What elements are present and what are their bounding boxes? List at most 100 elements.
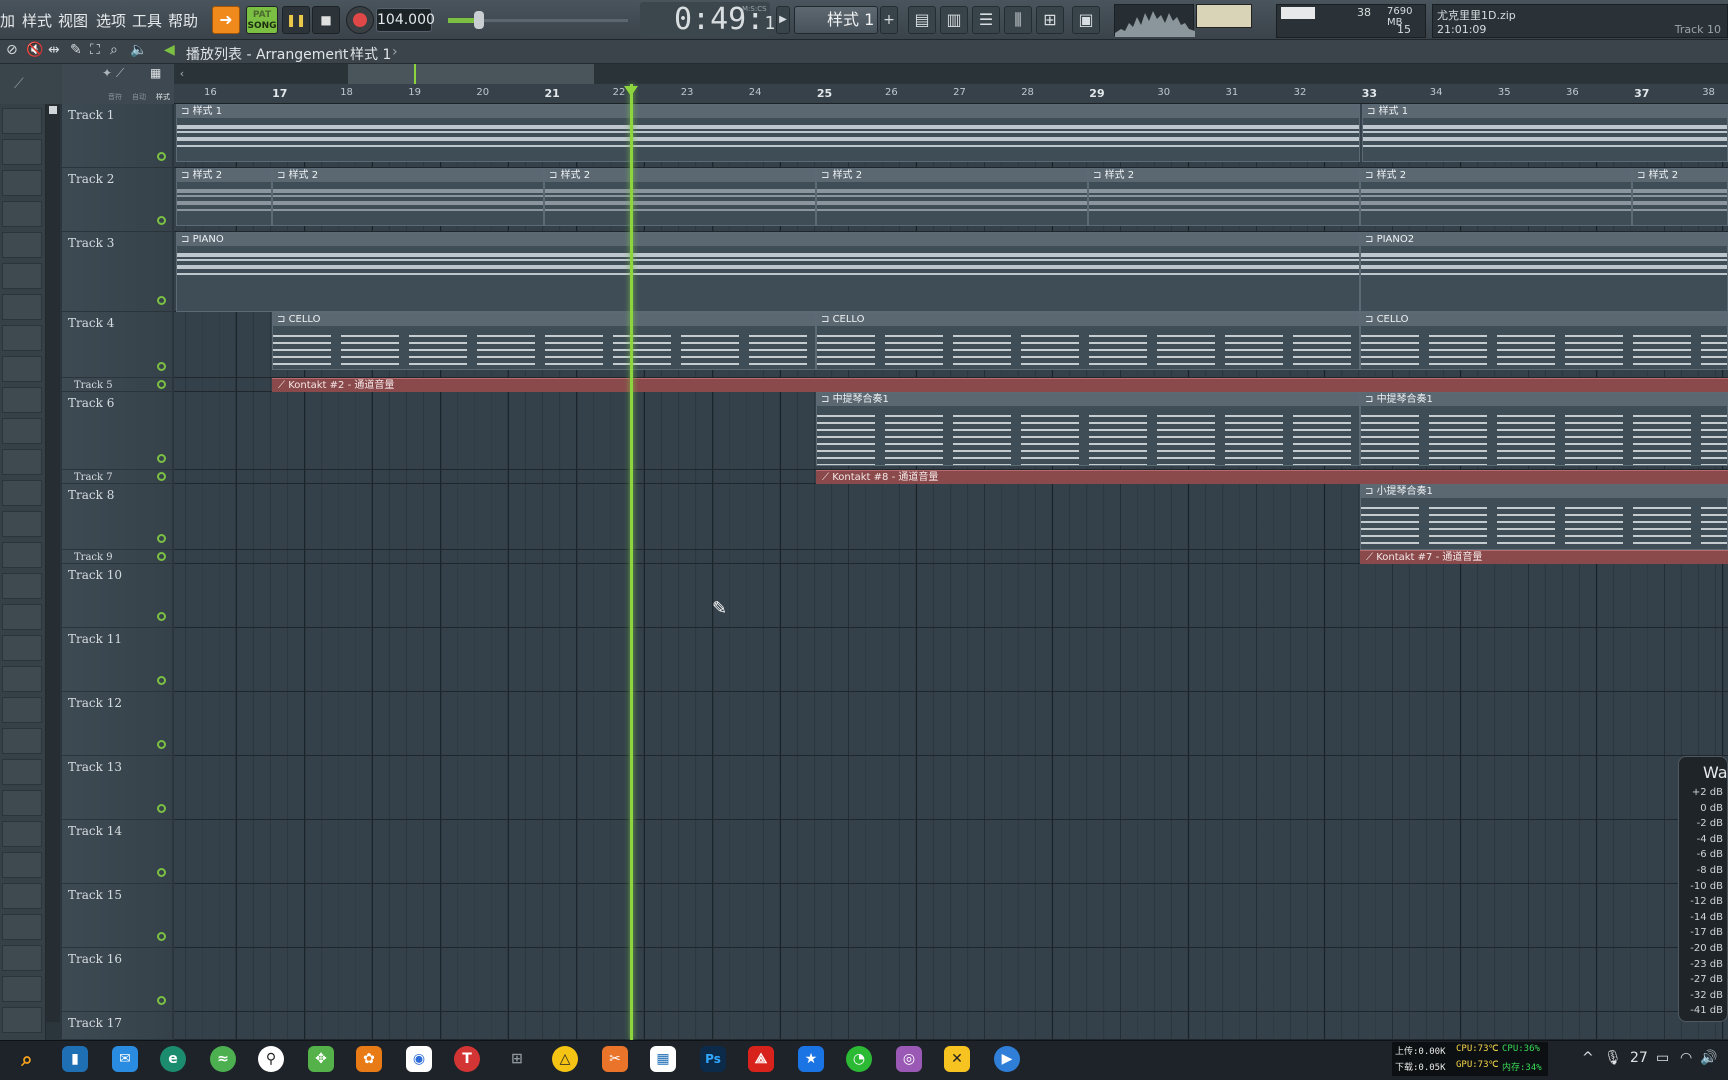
track-header[interactable]: Track 3 (62, 232, 172, 312)
clip-pattern-2[interactable]: ⊐ 样式 2 (272, 168, 544, 226)
breadcrumb-title[interactable]: 播放列表 - Arrangement (186, 44, 348, 64)
pattern-thumbnail[interactable] (2, 759, 42, 785)
track-header[interactable]: Track 10 (62, 564, 172, 628)
track-header[interactable]: Track 7 (62, 470, 172, 484)
menu-view[interactable]: 视图 (58, 10, 88, 31)
channel-rack-icon[interactable]: ☰ (972, 6, 1000, 34)
track-lane[interactable] (174, 884, 1728, 948)
pattern-thumbnail[interactable] (2, 914, 42, 940)
pause-icon[interactable]: ❚❚ (282, 6, 310, 34)
menu-options[interactable]: 选项 (96, 10, 126, 31)
pattern-thumbnail[interactable] (2, 480, 42, 506)
link-icon[interactable]: ⟋ (14, 76, 24, 92)
clip-pattern-2[interactable]: ⊐ 样式 2 (176, 168, 272, 226)
track-lane[interactable] (174, 628, 1728, 692)
clip-pattern-1[interactable]: ⊐ 样式 1 (1362, 104, 1728, 162)
arrows-app-icon[interactable]: ✥ (308, 1046, 334, 1072)
windows-store-icon[interactable]: ⊞ (504, 1046, 530, 1072)
pattern-thumbnail[interactable] (2, 232, 42, 258)
pattern-thumbnail[interactable] (2, 356, 42, 382)
volume-icon[interactable]: 🔊 (1700, 1050, 1717, 1066)
pattern-thumbnail[interactable] (2, 511, 42, 537)
play-small-icon[interactable]: ▶ (776, 6, 790, 34)
picker-tab-notes[interactable]: 音符 (108, 92, 122, 102)
stop-icon[interactable]: ■ (312, 6, 340, 34)
ruler-bar-number[interactable]: 28 (1021, 87, 1034, 98)
clip-viola[interactable]: ⊐ 中提琴合奏1 (816, 392, 1360, 466)
clip-pattern-2[interactable]: ⊐ 样式 2 (1360, 168, 1632, 226)
acrobat-icon[interactable]: ⟁ (748, 1046, 774, 1072)
play-arrangement-icon[interactable]: ◀ (164, 42, 175, 58)
ruler-bar-number[interactable]: 31 (1226, 87, 1239, 98)
track-header[interactable]: Track 8 (62, 484, 172, 550)
pattern-thumbnail[interactable] (2, 728, 42, 754)
picker-grid-icon[interactable]: ▦ (150, 66, 161, 80)
pattern-thumbnail[interactable] (2, 108, 42, 134)
ruler-bar-number[interactable]: 25 (817, 87, 832, 100)
track-lane[interactable] (174, 948, 1728, 1012)
track-header[interactable]: Track 14 (62, 820, 172, 884)
wechat-icon[interactable]: ◔ (846, 1046, 872, 1072)
clip-cello[interactable]: ⊐ CELLO (816, 312, 1360, 370)
track-enable-icon[interactable] (157, 612, 166, 621)
ruler-bar-number[interactable]: 24 (749, 87, 762, 98)
pattern-thumbnail[interactable] (2, 883, 42, 909)
clip-pattern-1[interactable]: ⊐ 样式 1 (176, 104, 1360, 162)
picker-tab-auto[interactable]: 自动 (132, 92, 146, 102)
wifi-icon[interactable]: ◠ (1680, 1050, 1692, 1066)
track-enable-icon[interactable] (157, 454, 166, 463)
tray-clock[interactable]: 27 (1630, 1050, 1648, 1066)
pattern-thumbnail[interactable] (2, 821, 42, 847)
wave-candy-meter[interactable]: Wav +2 dB 0 dB -2 dB -4 dB -6 dB -8 dB -10 dB -… (1678, 756, 1728, 1022)
track-enable-icon[interactable] (157, 868, 166, 877)
piano-roll-icon[interactable]: ▥ (940, 6, 968, 34)
pattern-thumbnail[interactable] (2, 449, 42, 475)
track-header[interactable]: Track 17 (62, 1012, 172, 1040)
track-header[interactable]: Track 4 (62, 312, 172, 378)
scroll-thumb[interactable] (49, 106, 57, 114)
pattern-thumbnail[interactable] (2, 387, 42, 413)
track-lane[interactable] (174, 1012, 1728, 1040)
clip-piano2[interactable]: ⊐ PIANO2 (1360, 232, 1728, 312)
track-header[interactable]: Track 6 (62, 392, 172, 470)
clip-pattern-2[interactable]: ⊐ 样式 2 (1632, 168, 1728, 226)
browser-icon[interactable]: ⊞ (1036, 6, 1064, 34)
browser-360-icon[interactable]: ≈ (210, 1046, 236, 1072)
track-enable-icon[interactable] (157, 380, 166, 389)
clip-cello[interactable]: ⊐ CELLO (1360, 312, 1728, 370)
ruler-bar-number[interactable]: 16 (204, 87, 217, 98)
pattern-thumbnail[interactable] (2, 666, 42, 692)
overview-scrollbar[interactable]: ‹ (174, 64, 1728, 84)
menu-patterns[interactable]: 样式 (22, 10, 52, 31)
clip-pattern-2[interactable]: ⊐ 样式 2 (816, 168, 1088, 226)
t-app-icon[interactable]: T (454, 1046, 480, 1072)
track-header[interactable]: Track 1 (62, 104, 172, 168)
no-icon[interactable]: ⊘ (6, 42, 18, 58)
clip-cello[interactable]: ⊐ CELLO (272, 312, 816, 370)
track-enable-icon[interactable] (157, 676, 166, 685)
pattern-thumbnail[interactable] (2, 201, 42, 227)
track-header[interactable]: Track 2 (62, 168, 172, 232)
pattern-selector[interactable]: 样式 1 (794, 6, 878, 34)
picker-tab-pattern[interactable]: 样式 (156, 92, 170, 102)
pattern-thumbnail[interactable] (2, 790, 42, 816)
fl-studio-icon[interactable]: ✿ (356, 1046, 382, 1072)
arrow-icon[interactable]: ➜ (212, 6, 240, 34)
menu-add[interactable]: 加 (0, 10, 15, 31)
track-lane[interactable] (174, 820, 1728, 884)
mute-icon[interactable]: 🔇 (26, 42, 43, 58)
file-explorer-icon[interactable]: ▮ (62, 1046, 88, 1072)
track-header[interactable]: Track 9 (62, 550, 172, 564)
pattern-thumbnail[interactable] (2, 325, 42, 351)
pattern-thumbnail[interactable] (2, 697, 42, 723)
keyboard-icon[interactable]: ▭ (1656, 1050, 1669, 1066)
ruler-bar-number[interactable]: 29 (1089, 87, 1104, 100)
track-lane[interactable] (174, 564, 1728, 628)
pattern-thumbnail[interactable] (2, 635, 42, 661)
word-icon[interactable]: ▦ (650, 1046, 676, 1072)
microphone-icon[interactable]: 🎙 (1604, 1050, 1622, 1066)
breadcrumb-pattern[interactable]: 样式 1 (350, 44, 391, 64)
automation-clip-kontakt-8[interactable]: ⟋ Kontakt #8 - 通道音量 (816, 470, 1728, 484)
baidu-netdisk-icon[interactable]: ◉ (406, 1046, 432, 1072)
ruler-bar-number[interactable]: 32 (1294, 87, 1307, 98)
